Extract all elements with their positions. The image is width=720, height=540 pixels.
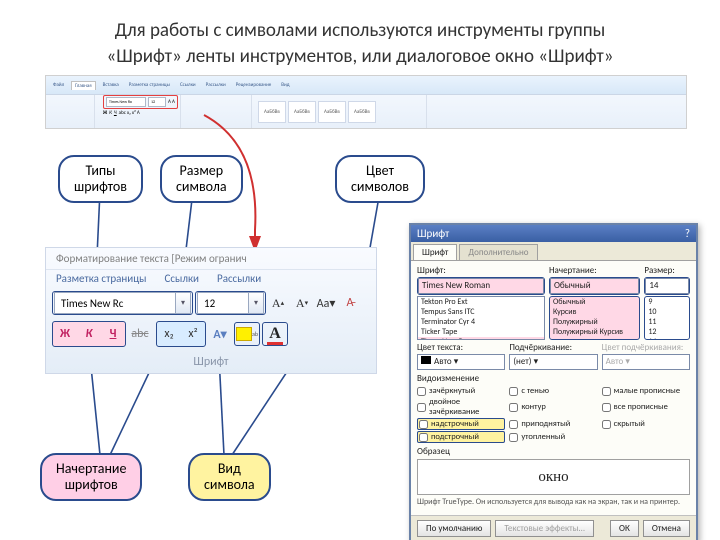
shrink-font-icon[interactable]: A▾	[290, 291, 314, 315]
font-size-select[interactable]: 12	[197, 292, 249, 314]
font-name-input[interactable]: Times New Roman	[418, 278, 544, 294]
ok-button[interactable]: ОК	[610, 520, 639, 537]
underline-select[interactable]: (нет) ▾	[509, 354, 597, 370]
style-list[interactable]: ОбычныйКурсивПолужирныйПолужирный Курсив	[549, 296, 640, 340]
highlight-color-button[interactable]: ab	[234, 322, 260, 346]
superscript-button[interactable]: x²	[181, 322, 205, 346]
underline-color-select: Авто ▾	[602, 354, 690, 370]
subscript-button[interactable]: x₂	[157, 322, 181, 346]
chevron-down-icon[interactable]: ▾	[249, 292, 264, 314]
ribbon-font-group-highlight: Times New Ro 12 A A	[103, 95, 178, 109]
italic-button[interactable]: К	[77, 322, 101, 346]
callout-font-types: Типы шрифтов	[58, 155, 143, 203]
font-list[interactable]: Tekton Pro ExtTempus Sans ITCTerminator …	[417, 296, 545, 340]
font-color-button[interactable]: A	[262, 322, 288, 346]
style-input[interactable]: Обычный	[550, 278, 639, 294]
text-effects-icon[interactable]: A▾	[208, 322, 232, 346]
text-color-select[interactable]: Авто ▾	[417, 354, 505, 370]
grow-font-icon[interactable]: A▴	[266, 291, 290, 315]
change-case-icon[interactable]: Aa▾	[314, 291, 338, 315]
size-list[interactable]: 910111214	[644, 296, 690, 340]
clear-format-icon[interactable]: A̶	[338, 291, 362, 315]
subsup-group: x₂ x²	[156, 321, 206, 347]
text-effects-button: Текстовые эффекты…	[495, 520, 593, 537]
dialog-tab-font[interactable]: Шрифт	[413, 244, 457, 260]
callout-char-size: Размер символа	[160, 155, 243, 203]
callout-char-color: Цвет символов	[335, 155, 425, 203]
slide-title: Для работы с символами используются инст…	[0, 0, 720, 75]
underline-button[interactable]: Ч	[101, 322, 125, 346]
default-button[interactable]: По умолчанию	[417, 520, 491, 537]
callout-char-kind: Вид символа	[188, 453, 271, 501]
dialog-help-icon[interactable]: ?	[685, 227, 690, 240]
style-group: Ж К Ч	[52, 321, 126, 347]
modification-checks: зачёркнутый с тенью малые прописные двой…	[417, 386, 690, 443]
ribbon-font-group-zoom: Форматирование текста [Режим огранич Раз…	[45, 247, 377, 374]
chevron-down-icon[interactable]: ▾	[176, 292, 191, 314]
font-name-select[interactable]: Times New Rc	[54, 292, 176, 314]
sample-preview: окно	[417, 459, 690, 495]
size-input[interactable]: 14	[645, 278, 689, 294]
callout-font-style: Начертание шрифтов	[40, 453, 142, 501]
strike-button[interactable]: abc	[128, 322, 152, 346]
dialog-tab-advanced[interactable]: Дополнительно	[459, 244, 537, 260]
bold-button[interactable]: Ж	[53, 322, 77, 346]
cancel-button[interactable]: Отмена	[643, 520, 690, 537]
font-dialog: Шрифт? Шрифт Дополнительно Шрифт: Times …	[409, 223, 698, 540]
ribbon-full-screenshot: Файл Главная Вставка Разметка страницы С…	[45, 75, 687, 129]
